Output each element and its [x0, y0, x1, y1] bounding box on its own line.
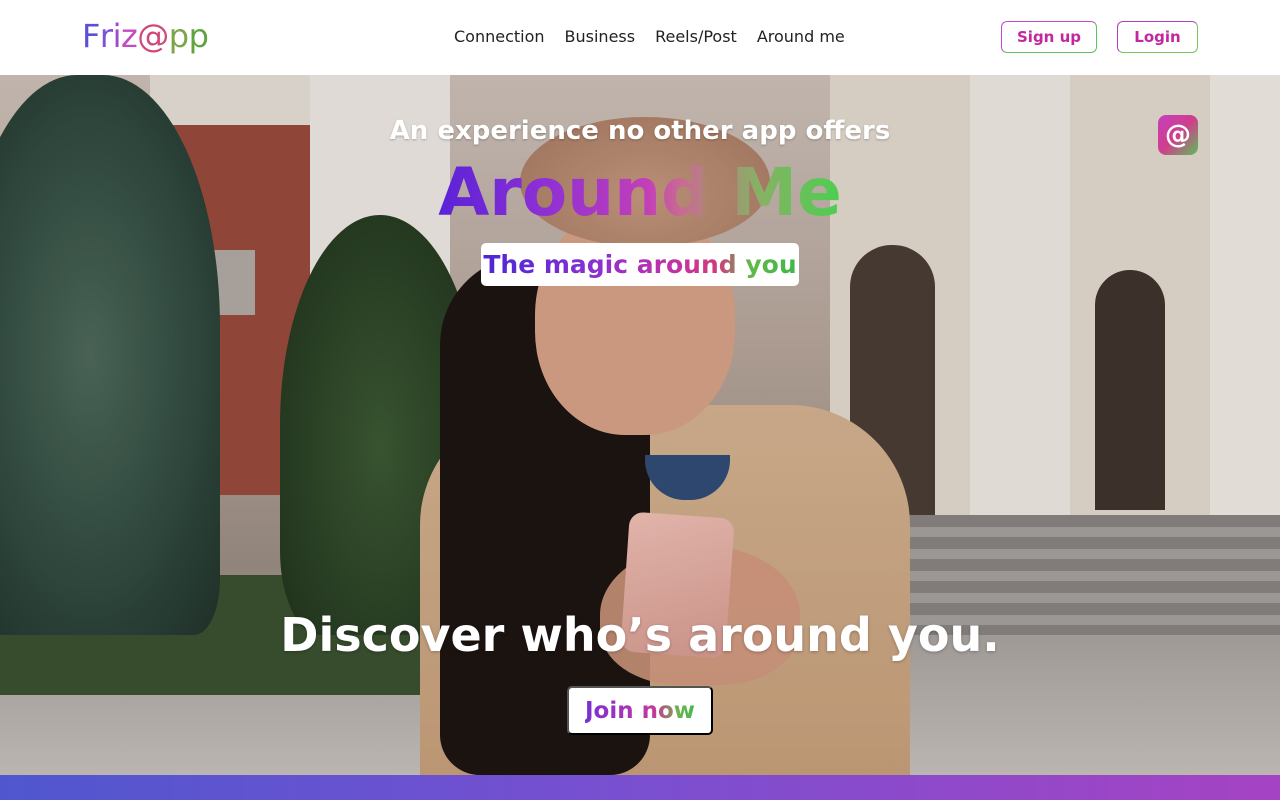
logo-letter: F: [82, 17, 100, 55]
nav-link-around-me[interactable]: Around me: [757, 26, 845, 48]
site-header: Friz@pp Connection Business Reels/Post A…: [0, 0, 1280, 75]
logo-letter: z: [120, 17, 138, 55]
footer-gradient-strip: [0, 775, 1280, 800]
hero-title-text: Around Me: [438, 154, 842, 231]
frizapp-logo[interactable]: Friz@pp: [82, 16, 209, 56]
signup-button[interactable]: Sign up: [1001, 21, 1097, 53]
join-now-label: Join now: [584, 697, 696, 724]
hero-badge-text: The magic around you: [483, 250, 797, 279]
nav-link-business[interactable]: Business: [565, 26, 636, 48]
login-button[interactable]: Login: [1117, 21, 1198, 53]
hero-headline: Discover who’s around you.: [280, 608, 1000, 662]
logo-letter: p: [188, 17, 209, 55]
nav-link-reels-post[interactable]: Reels/Post: [655, 26, 737, 48]
join-now-button[interactable]: Join now: [567, 686, 713, 735]
hero-title: Around Me: [0, 155, 1280, 231]
logo-letter: @: [137, 17, 169, 55]
at-sign-app-icon[interactable]: @: [1158, 115, 1198, 155]
logo-letter: p: [168, 17, 189, 55]
main-nav: Connection Business Reels/Post Around me: [454, 26, 845, 48]
hero-section: An experience no other app offers Around…: [0, 75, 1280, 775]
hero-badge: The magic around you: [481, 243, 799, 286]
nav-link-connection[interactable]: Connection: [454, 26, 545, 48]
hero-tagline: An experience no other app offers: [389, 116, 891, 146]
logo-letter: i: [112, 17, 122, 55]
logo-letter: r: [99, 17, 113, 55]
